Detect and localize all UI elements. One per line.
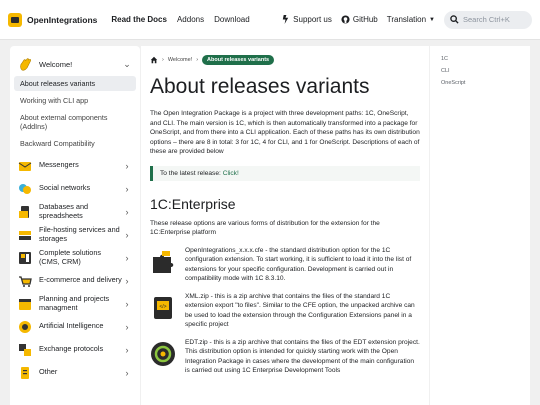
chevron-right-icon: › — [125, 252, 129, 263]
option-cfe: OpenIntegrations_x.x.x.cfe - the standar… — [150, 246, 420, 284]
waving-hand-icon — [20, 57, 31, 71]
nav-link-read-the-docs[interactable]: Read the Docs — [111, 15, 167, 24]
sidebar-label-exchange: Exchange protocols — [39, 344, 104, 354]
sidebar-subitem-cli[interactable]: Working with CLI app — [14, 93, 136, 108]
chevron-right-icon: › — [125, 344, 129, 355]
sidebar-item-databases[interactable]: Databases and spreadsheets › — [14, 200, 136, 223]
sidebar-label-messengers: Messengers — [39, 160, 79, 170]
toc-item-cli[interactable]: CLI — [441, 68, 519, 74]
ai-icon — [19, 320, 31, 333]
sidebar-item-planning[interactable]: Planning and projects managment › — [14, 292, 136, 315]
toc-item-1c[interactable]: 1C — [441, 56, 519, 62]
search-button[interactable]: Search Ctrl+K — [444, 10, 532, 29]
sidebar-label-other: Other — [39, 367, 58, 377]
sidebar-item-social[interactable]: Social networks › — [14, 177, 136, 200]
chevron-right-icon: › — [125, 229, 129, 240]
translation-label: Translation — [386, 15, 427, 24]
home-icon[interactable] — [150, 56, 158, 64]
breadcrumb-welcome[interactable]: Welcome! — [168, 57, 192, 63]
option-edt-text: EDT.zip - this is a zip archive that con… — [185, 338, 420, 375]
github-label: GitHub — [352, 15, 378, 24]
nav-link-download[interactable]: Download — [214, 15, 250, 24]
sidebar-subitem-releases[interactable]: About releases variants — [14, 76, 136, 91]
search-icon — [450, 15, 459, 24]
sidebar-label-file-hosting: File-hosting services and storages — [39, 225, 120, 243]
sidebar-label-cms: Complete solutions (CMS, CRM) — [39, 248, 102, 266]
sidebar-label-planning: Planning and projects managment — [39, 294, 110, 312]
sidebar-item-ecommerce[interactable]: E-commerce and delivery › — [14, 269, 136, 292]
intro-paragraph: The Open Integration Package is a projec… — [150, 110, 420, 155]
brand-link[interactable]: OpenIntegrations — [8, 12, 98, 27]
sidebar-subitem-compat[interactable]: Backward Compatibility — [14, 136, 136, 151]
main-content: › Welcome! › About releases variants Abo… — [141, 46, 429, 405]
translation-dropdown[interactable]: Translation ▼ — [387, 15, 435, 24]
sidebar-item-messengers[interactable]: Messengers › — [14, 154, 136, 177]
breadcrumb-current: About releases variants — [202, 55, 275, 65]
edt-icon — [151, 341, 175, 366]
sidebar-label-ai: Artificial Intelligence — [39, 321, 104, 331]
xml-file-icon: </> — [154, 296, 172, 319]
top-navbar: OpenIntegrations Read the Docs Addons Do… — [0, 0, 540, 40]
sidebar-item-cms[interactable]: Complete solutions (CMS, CRM) › — [14, 246, 136, 269]
sidebar-subitem-addins[interactable]: About external components (AddIns) — [14, 110, 136, 134]
sidebar-item-ai[interactable]: Artificial Intelligence › — [14, 315, 136, 338]
support-us-label: Support us — [293, 15, 332, 24]
chevron-right-icon: › — [125, 298, 129, 309]
caret-down-icon: ▼ — [429, 16, 435, 23]
sidebar-item-welcome[interactable]: Welcome! ⌄ — [14, 52, 136, 76]
nav-link-addons[interactable]: Addons — [177, 15, 204, 24]
sidebar-label-social: Social networks — [39, 183, 91, 193]
chevron-right-icon: › — [125, 183, 129, 194]
svg-text:</>: </> — [159, 304, 166, 310]
brand-title: OpenIntegrations — [27, 14, 98, 25]
section-1c-paragraph: These release options are various forms … — [150, 219, 380, 237]
table-of-contents: 1C CLI OneScript — [430, 46, 530, 405]
boosty-icon — [282, 15, 289, 24]
brand-logo-icon — [8, 12, 22, 27]
social-networks-icon — [19, 183, 31, 194]
breadcrumb: › Welcome! › About releases variants — [150, 54, 420, 66]
messengers-icon — [18, 161, 32, 171]
github-link[interactable]: GitHub — [341, 15, 378, 24]
sidebar-label-ecommerce: E-commerce and delivery — [39, 275, 122, 285]
callout-text: To the latest release: — [160, 169, 223, 177]
option-xml-text: XML.zip - this is a zip archive that con… — [185, 292, 415, 329]
sidebar: Welcome! ⌄ About releases variants Worki… — [10, 46, 140, 405]
exchange-icon — [19, 343, 31, 356]
planning-icon — [19, 298, 31, 310]
latest-release-callout: To the latest release: Click! — [150, 165, 420, 181]
ecommerce-icon — [19, 275, 32, 287]
chevron-right-icon: › — [125, 206, 129, 217]
option-xml: </> XML.zip - this is a zip archive that… — [150, 292, 420, 330]
puzzle-icon — [153, 250, 174, 273]
search-placeholder: Search Ctrl+K — [463, 15, 510, 24]
toc-item-onescript[interactable]: OneScript — [441, 80, 519, 86]
github-icon — [341, 15, 350, 24]
sidebar-label-databases: Databases and spreadsheets — [39, 202, 89, 220]
breadcrumb-separator: › — [196, 57, 199, 63]
file-hosting-icon — [19, 230, 31, 240]
chevron-right-icon: › — [125, 160, 129, 171]
chevron-right-icon: › — [125, 321, 129, 332]
latest-release-link[interactable]: Click! — [223, 170, 239, 177]
page-title: About releases variants — [150, 75, 370, 98]
support-us-link[interactable]: Support us — [281, 15, 332, 24]
other-icon — [21, 366, 29, 379]
breadcrumb-separator: › — [162, 57, 164, 63]
cms-crm-icon — [19, 251, 31, 264]
section-heading-1c: 1C:Enterprise — [150, 195, 236, 212]
sidebar-welcome-label: Welcome! — [39, 59, 73, 69]
sidebar-item-exchange[interactable]: Exchange protocols › — [14, 338, 136, 361]
option-cfe-text: OpenIntegrations_x.x.x.cfe - the standar… — [185, 246, 412, 283]
databases-icon — [19, 205, 29, 218]
chevron-down-icon[interactable]: ⌄ — [122, 59, 132, 70]
chevron-right-icon: › — [125, 275, 129, 286]
option-edt: EDT.zip - this is a zip archive that con… — [150, 338, 420, 376]
sidebar-item-file-hosting[interactable]: File-hosting services and storages › — [14, 223, 136, 246]
sidebar-item-other[interactable]: Other › — [14, 361, 136, 384]
chevron-right-icon: › — [125, 367, 129, 378]
